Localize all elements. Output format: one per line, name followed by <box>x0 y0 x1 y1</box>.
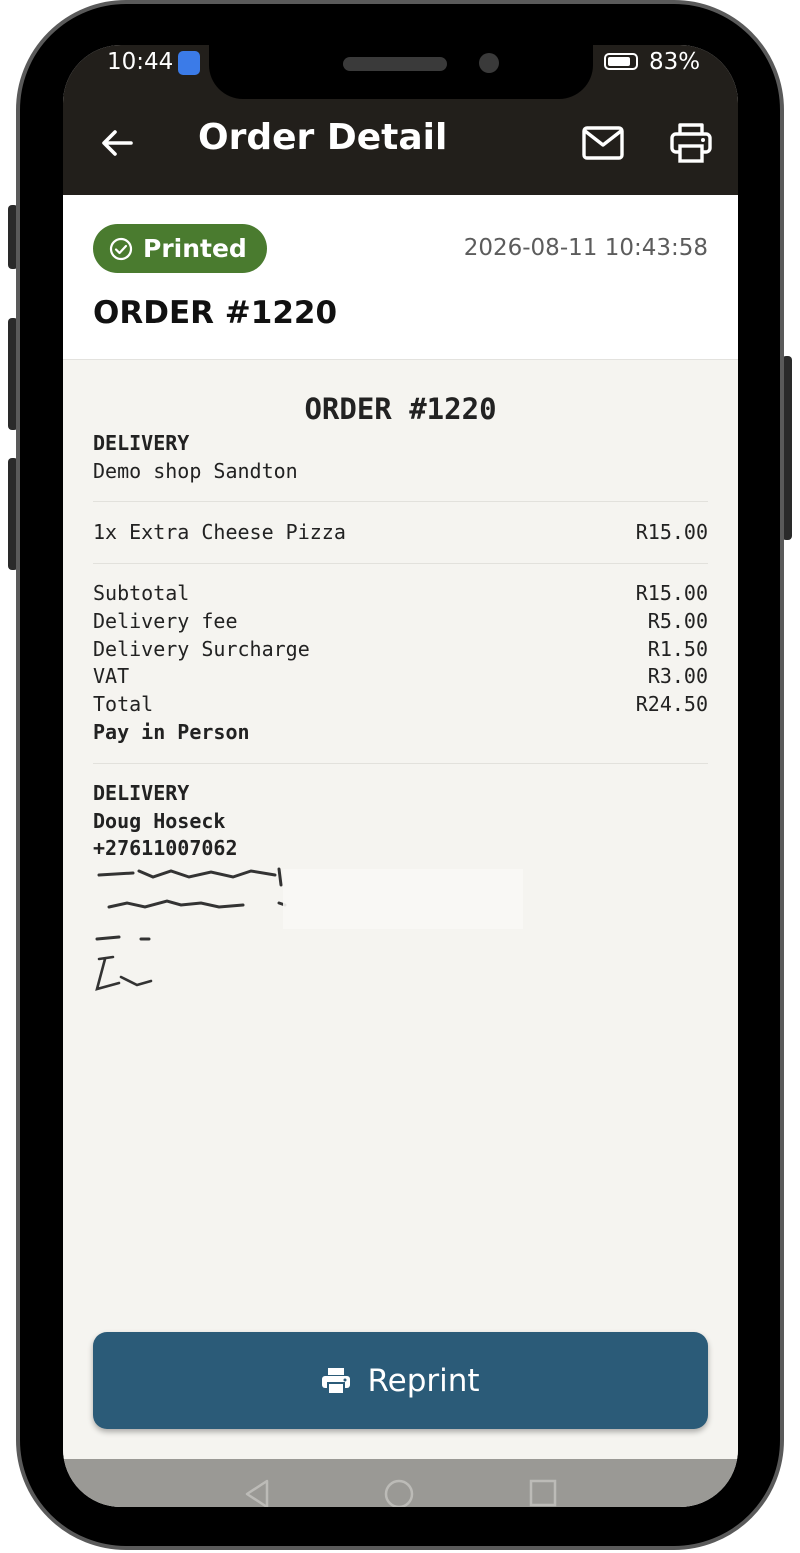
nav-home-icon[interactable] <box>384 1479 414 1507</box>
status-badge: Printed <box>93 224 267 273</box>
app-bar: 10:44 83% Order Detail <box>63 45 738 195</box>
order-number: ORDER #1220 <box>93 295 338 331</box>
receipt-subtotal-row: Subtotal R15.00 <box>93 581 708 605</box>
reprint-button[interactable]: Reprint <box>93 1332 708 1429</box>
nav-back-icon[interactable] <box>243 1479 271 1507</box>
printer-icon[interactable] <box>669 121 713 165</box>
system-navigation-bar <box>63 1459 738 1507</box>
speaker-grille <box>343 57 447 71</box>
arrow-left-icon[interactable] <box>97 123 137 163</box>
receipt-divider <box>93 763 708 764</box>
receipt-customer-name: Doug Hoseck <box>93 809 226 833</box>
reprint-button-label: Reprint <box>367 1362 480 1399</box>
receipt-shop: Demo shop Sandton <box>93 459 298 483</box>
receipt-customer-phone: +27611007062 <box>93 836 238 860</box>
nav-recents-icon[interactable] <box>529 1479 557 1507</box>
receipt-divider <box>93 563 708 564</box>
page-title: Order Detail <box>198 117 448 158</box>
camera-notch <box>209 45 593 99</box>
front-camera <box>479 53 499 73</box>
battery-icon <box>604 53 638 70</box>
phone-screen: 10:44 83% Order Detail Printed 2026-08-1… <box>63 45 738 1507</box>
receipt-order-type: DELIVERY <box>93 431 190 455</box>
battery-percentage: 83% <box>649 49 701 75</box>
receipt-payment-method: Pay in Person <box>93 720 250 744</box>
redacted-address <box>93 865 533 1005</box>
receipt-preview: ORDER #1220 DELIVERY Demo shop Sandton 1… <box>63 360 738 1460</box>
status-badge-label: Printed <box>143 234 247 263</box>
app-notification-icon <box>178 51 200 75</box>
order-header: Printed 2026-08-11 10:43:58 ORDER #1220 <box>63 195 738 360</box>
order-datetime: 2026-08-11 10:43:58 <box>463 235 708 261</box>
receipt-item-row: 1x Extra Cheese Pizza R15.00 <box>93 520 708 544</box>
mail-icon[interactable] <box>581 123 625 163</box>
status-time: 10:44 <box>107 49 174 75</box>
check-circle-icon <box>109 237 133 260</box>
receipt-divider <box>93 501 708 502</box>
printer-icon <box>322 1367 351 1395</box>
receipt-vat-row: VAT R3.00 <box>93 664 708 688</box>
receipt-total-row: Total R24.50 <box>93 692 708 716</box>
receipt-delivery-fee-row: Delivery fee R5.00 <box>93 609 708 633</box>
receipt-customer-heading: DELIVERY <box>93 781 190 805</box>
receipt-surcharge-row: Delivery Surcharge R1.50 <box>93 637 708 661</box>
receipt-title: ORDER #1220 <box>304 392 497 426</box>
